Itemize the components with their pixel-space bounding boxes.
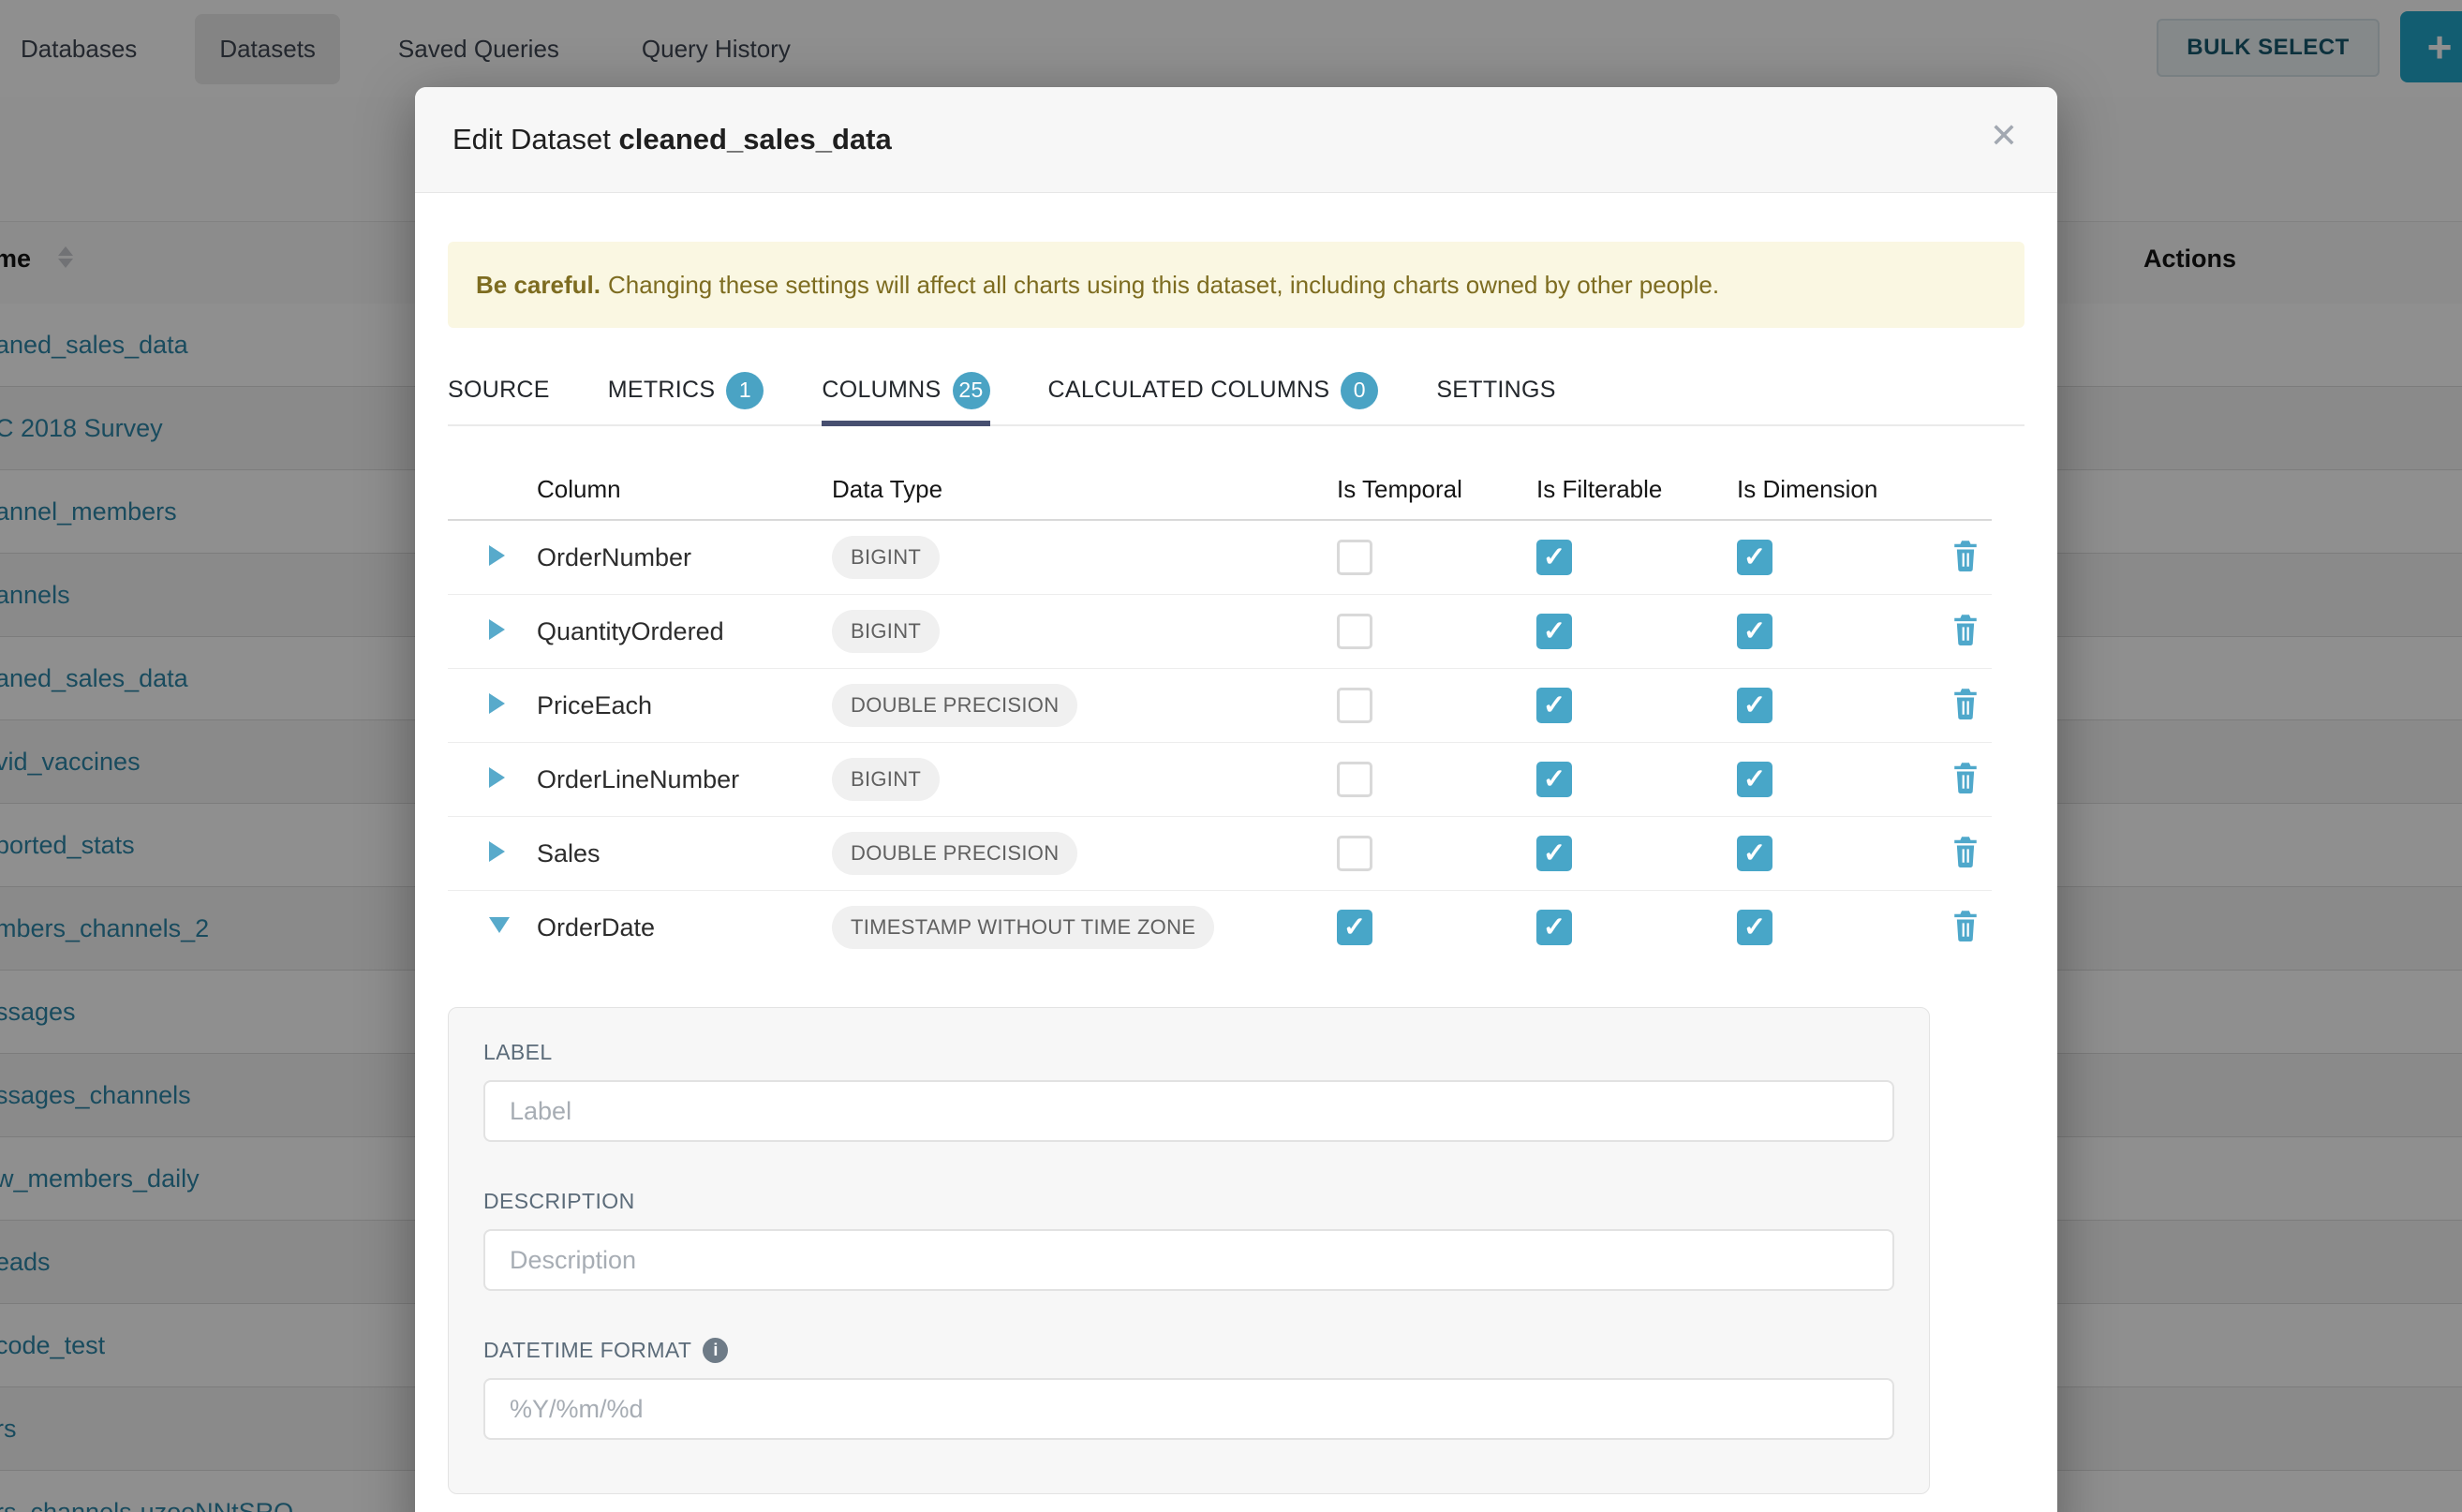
is-filterable-checkbox[interactable]: ✓ [1536, 836, 1572, 871]
is-temporal-checkbox[interactable]: ✓ [1337, 762, 1372, 797]
expand-caret-icon[interactable] [489, 619, 505, 640]
field-label: LABEL [483, 1040, 553, 1065]
edit-dataset-modal: Edit Dataset cleaned_sales_data ✕ Be car… [415, 87, 2057, 1512]
expand-caret-icon[interactable] [489, 545, 505, 566]
data-type-pill: DOUBLE PRECISION [832, 684, 1077, 727]
tab-label: SETTINGS [1436, 377, 1555, 404]
delete-icon[interactable] [1950, 540, 1980, 571]
form-field: DATETIME FORMAT i [483, 1338, 1894, 1440]
header-column: Column [537, 475, 832, 504]
column-name: OrderNumber [537, 543, 832, 572]
warning-text: Changing these settings will affect all … [608, 271, 1719, 299]
header-is-filterable: Is Filterable [1536, 475, 1737, 504]
modal-tab[interactable]: SOURCE [448, 356, 550, 426]
is-dimension-checkbox[interactable]: ✓ [1737, 836, 1772, 871]
is-filterable-checkbox[interactable]: ✓ [1536, 910, 1572, 945]
modal-tab[interactable]: COLUMNS 25 [822, 356, 989, 426]
data-type-pill: BIGINT [832, 758, 940, 801]
modal-title: Edit Dataset cleaned_sales_data [452, 123, 892, 156]
modal-tabs: SOURCE METRICS 1 COLUMNS 25 CALCULATED C… [448, 356, 2024, 426]
is-dimension-checkbox[interactable]: ✓ [1737, 910, 1772, 945]
is-dimension-checkbox[interactable]: ✓ [1737, 614, 1772, 649]
expand-caret-icon[interactable] [489, 917, 510, 933]
detail-fields: LABEL DESCRIPTION DATETIME FORMAT i [483, 1040, 1894, 1440]
data-type-pill: BIGINT [832, 610, 940, 653]
field-label: DATETIME FORMAT [483, 1338, 691, 1363]
columns-rows: OrderNumber BIGINT ✓ ✓ ✓ QuantityOrdered… [448, 521, 1992, 964]
column-name: OrderDate [537, 913, 832, 942]
field-input[interactable] [483, 1229, 1894, 1291]
tab-count-badge: 1 [726, 372, 764, 409]
tab-count-badge: 25 [953, 372, 990, 409]
data-type-pill: BIGINT [832, 536, 940, 579]
is-dimension-checkbox[interactable]: ✓ [1737, 762, 1772, 797]
info-icon[interactable]: i [703, 1338, 728, 1363]
delete-icon[interactable] [1950, 910, 1980, 941]
column-name: PriceEach [537, 691, 832, 720]
screen: DatabasesDatasetsSaved QueriesQuery Hist… [0, 0, 2462, 1512]
data-type-pill: DOUBLE PRECISION [832, 832, 1077, 875]
column-row: PriceEach DOUBLE PRECISION ✓ ✓ ✓ [448, 669, 1992, 743]
modal-title-dataset: cleaned_sales_data [619, 123, 892, 156]
delete-icon[interactable] [1950, 836, 1980, 867]
tab-label: METRICS [608, 377, 716, 404]
warning-bold: Be careful. [476, 271, 601, 299]
expand-caret-icon[interactable] [489, 767, 505, 788]
column-row: QuantityOrdered BIGINT ✓ ✓ ✓ [448, 595, 1992, 669]
field-label: DESCRIPTION [483, 1189, 635, 1214]
modal-tab[interactable]: METRICS 1 [608, 356, 764, 426]
data-type-pill: TIMESTAMP WITHOUT TIME ZONE [832, 906, 1214, 949]
tab-label: SOURCE [448, 377, 550, 404]
tab-label: COLUMNS [822, 377, 941, 404]
modal-tab[interactable]: SETTINGS [1436, 356, 1555, 426]
is-temporal-checkbox[interactable]: ✓ [1337, 540, 1372, 575]
column-name: Sales [537, 839, 832, 868]
tab-count-badge: 0 [1341, 372, 1378, 409]
modal-header: Edit Dataset cleaned_sales_data ✕ [415, 87, 2057, 193]
delete-icon[interactable] [1950, 614, 1980, 645]
form-field: LABEL [483, 1040, 1894, 1142]
is-filterable-checkbox[interactable]: ✓ [1536, 614, 1572, 649]
column-name: QuantityOrdered [537, 617, 832, 646]
header-data-type: Data Type [832, 475, 1337, 504]
column-row: Sales DOUBLE PRECISION ✓ ✓ ✓ [448, 817, 1992, 891]
is-filterable-checkbox[interactable]: ✓ [1536, 688, 1572, 723]
is-temporal-checkbox[interactable]: ✓ [1337, 688, 1372, 723]
close-icon[interactable]: ✕ [1990, 119, 2018, 153]
field-input[interactable] [483, 1378, 1894, 1440]
modal-tab[interactable]: CALCULATED COLUMNS 0 [1048, 356, 1379, 426]
is-filterable-checkbox[interactable]: ✓ [1536, 540, 1572, 575]
expand-caret-icon[interactable] [489, 841, 505, 862]
column-name: OrderLineNumber [537, 765, 832, 794]
delete-icon[interactable] [1950, 688, 1980, 719]
expand-caret-icon[interactable] [489, 693, 505, 714]
header-is-temporal: Is Temporal [1337, 475, 1536, 504]
columns-table: Column Data Type Is Temporal Is Filterab… [448, 459, 1992, 1494]
header-is-dimension: Is Dimension [1737, 475, 1937, 504]
is-dimension-checkbox[interactable]: ✓ [1737, 688, 1772, 723]
tab-label: CALCULATED COLUMNS [1048, 377, 1330, 404]
columns-table-header: Column Data Type Is Temporal Is Filterab… [448, 459, 1992, 521]
delete-icon[interactable] [1950, 762, 1980, 793]
column-row: OrderNumber BIGINT ✓ ✓ ✓ [448, 521, 1992, 595]
column-detail-panel: LABEL DESCRIPTION DATETIME FORMAT i [448, 1007, 1930, 1494]
column-row: OrderDate TIMESTAMP WITHOUT TIME ZONE ✓ … [448, 891, 1992, 964]
field-input[interactable] [483, 1080, 1894, 1142]
is-temporal-checkbox[interactable]: ✓ [1337, 910, 1372, 945]
is-temporal-checkbox[interactable]: ✓ [1337, 614, 1372, 649]
is-temporal-checkbox[interactable]: ✓ [1337, 836, 1372, 871]
is-dimension-checkbox[interactable]: ✓ [1737, 540, 1772, 575]
form-field: DESCRIPTION [483, 1189, 1894, 1291]
is-filterable-checkbox[interactable]: ✓ [1536, 762, 1572, 797]
warning-banner: Be careful.Changing these settings will … [448, 242, 2024, 328]
column-row: OrderLineNumber BIGINT ✓ ✓ ✓ [448, 743, 1992, 817]
modal-title-prefix: Edit Dataset [452, 123, 611, 156]
